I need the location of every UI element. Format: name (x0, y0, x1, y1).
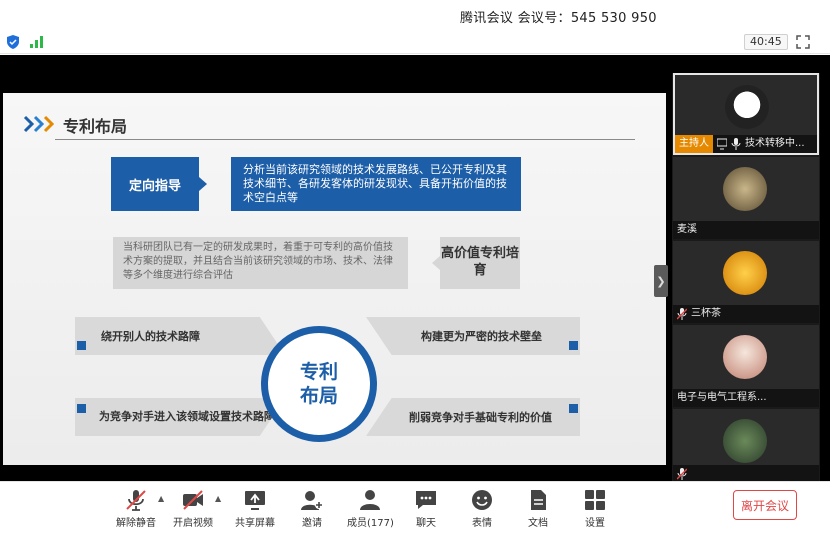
mic-muted-icon (126, 490, 146, 511)
team-description: 当科研团队已有一定的研发成果时，着重于可专利的高价值技术方案的提取，并且结合当前… (113, 237, 408, 289)
avatar (723, 419, 767, 463)
invite-user-icon (301, 491, 323, 510)
shared-screen-stage: 专利布局 定向指导 分析当前该研究领域的技术发展路线、已公开专利及其技术细节、各… (0, 55, 830, 483)
leave-meeting-button[interactable]: 离开会议 (733, 490, 797, 520)
direction-description: 分析当前该研究领域的技术发展路线、已公开专利及其技术细节、各研发客体的研发现状、… (231, 157, 521, 211)
smiley-icon (472, 490, 492, 510)
share-screen-icon (245, 491, 265, 510)
document-icon (531, 490, 546, 510)
settings-button[interactable]: 设置 (583, 488, 607, 530)
members-icon (360, 490, 381, 510)
point-band: 构建更为严密的技术壁垒 (366, 317, 580, 355)
participant-tile[interactable]: 三杯茶 (673, 241, 819, 323)
center-circle: 专利布局 (261, 326, 377, 442)
meeting-toolbar: 解除静音 ▲ 开启视频 ▲ 共享屏幕 邀请 成员(177) 聊天 表情 文档 设… (0, 481, 830, 533)
participant-tile[interactable]: 电子与电气工程系... (673, 325, 819, 407)
participant-tile[interactable]: 主持人 技术转移中... (673, 73, 819, 155)
caret-up-icon[interactable]: ▲ (158, 494, 164, 503)
avatar (725, 85, 769, 129)
bullet-square (77, 404, 86, 413)
participant-nameplate: 三杯茶 (673, 305, 819, 323)
point-band: 削弱竞争对手基础专利的价值 (366, 398, 580, 436)
host-badge: 主持人 (675, 135, 713, 153)
participant-tile[interactable] (673, 409, 819, 483)
bullet-square (569, 341, 578, 350)
chevrons-icon (23, 115, 55, 133)
unmute-label: 解除静音 (116, 518, 156, 529)
reactions-label: 表情 (472, 518, 492, 529)
collapse-panel-button[interactable]: ❯ (654, 265, 668, 297)
shield-icon[interactable] (6, 35, 20, 49)
reactions-button[interactable]: 表情 (470, 488, 494, 530)
title-bar: 腾讯会议 会议号：545 530 950 (0, 0, 830, 30)
members-button[interactable]: 成员(177) (347, 488, 394, 530)
avatar (723, 251, 767, 295)
participant-nameplate: 麦溪 (673, 221, 819, 239)
fullscreen-icon[interactable] (796, 35, 810, 49)
direction-box: 定向指导 (111, 157, 207, 211)
start-video-button[interactable]: 开启视频 (173, 488, 213, 530)
participant-name: 三杯茶 (691, 308, 721, 319)
chat-button[interactable]: 聊天 (414, 488, 438, 530)
docs-label: 文档 (528, 518, 548, 529)
bullet-square (569, 404, 578, 413)
participant-name: 麦溪 (677, 224, 697, 235)
share-screen-button[interactable]: 共享屏幕 (235, 488, 275, 530)
signal-icon[interactable] (30, 36, 44, 48)
camera-off-icon (183, 490, 203, 510)
high-value-box: 高价值专利培育 (432, 237, 520, 289)
share-screen-label: 共享屏幕 (235, 518, 275, 529)
participant-nameplate: 主持人 技术转移中... (675, 135, 817, 153)
start-video-label: 开启视频 (173, 518, 213, 529)
mic-muted-icon (677, 308, 687, 320)
avatar (723, 167, 767, 211)
participants-panel: 主持人 技术转移中... 麦溪 三杯茶 电子与电气工程系... (672, 73, 820, 483)
docs-button[interactable]: 文档 (526, 488, 550, 530)
participant-tile[interactable]: 麦溪 (673, 157, 819, 239)
chevron-right-icon: ❯ (656, 274, 666, 288)
invite-button[interactable]: 邀请 (300, 488, 324, 530)
meeting-timer: 40:45 (744, 34, 788, 50)
title-divider (55, 139, 635, 140)
caret-up-icon[interactable]: ▲ (215, 494, 221, 503)
chat-icon (416, 491, 436, 509)
participant-name: 技术转移中... (745, 138, 805, 149)
members-label: 成员(177) (347, 518, 394, 529)
unmute-button[interactable]: 解除静音 (116, 488, 156, 530)
point-band: 绕开别人的技术路障 (75, 317, 285, 355)
center-label: 专利布局 (299, 361, 338, 407)
slide-title: 专利布局 (63, 117, 128, 136)
invite-label: 邀请 (302, 518, 322, 529)
screen-share-icon (717, 138, 727, 150)
mic-icon (731, 138, 741, 150)
status-bar: 40:45 (0, 30, 830, 54)
settings-label: 设置 (585, 518, 605, 529)
mic-muted-icon (677, 468, 687, 480)
bullet-square (77, 341, 86, 350)
grid-settings-icon (585, 490, 605, 510)
window-title: 腾讯会议 会议号：545 530 950 (460, 11, 657, 26)
point-band: 为竞争对手进入该领域设置技术路障 (75, 398, 285, 436)
chat-label: 聊天 (416, 518, 436, 529)
shared-slide: 专利布局 定向指导 分析当前该研究领域的技术发展路线、已公开专利及其技术细节、各… (3, 93, 666, 465)
avatar (723, 335, 767, 379)
participant-nameplate: 电子与电气工程系... (673, 389, 819, 407)
participant-name: 电子与电气工程系... (677, 392, 767, 403)
